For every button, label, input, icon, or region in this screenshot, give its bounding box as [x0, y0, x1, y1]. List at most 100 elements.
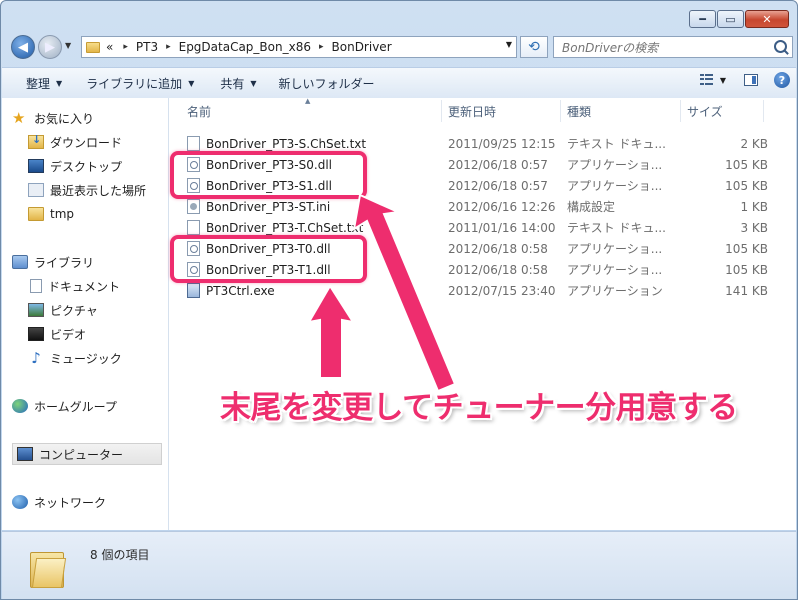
sort-ascending-icon: ▲ [305, 97, 311, 105]
recent-pages-dropdown[interactable]: ▼ [65, 41, 71, 50]
minimize-icon: ━ [699, 12, 706, 26]
chevron-right-icon[interactable]: ▸ [319, 42, 324, 52]
sidebar-item-label: ネットワーク [34, 495, 107, 510]
file-row[interactable]: PT3Ctrl.exe 2012/07/15 23:40 アプリケーション 141 K… [183, 280, 772, 301]
new-folder-label: 新しいフォルダー [278, 76, 375, 91]
file-size: 105 KB [725, 241, 768, 256]
content-area: ★お気に入り ダウンロード デスクトップ 最近表示した場所 tmp ライブラリ … [2, 97, 796, 530]
help-icon[interactable]: ? [774, 72, 790, 88]
sidebar-item-label: お気に入り [34, 111, 95, 126]
column-divider[interactable] [763, 100, 764, 122]
file-type: アプリケーショ... [567, 242, 663, 256]
arrow-left-icon: ◀ [18, 39, 28, 55]
sidebar-item-label: ピクチャ [50, 303, 98, 318]
file-type: アプリケーショ... [567, 263, 663, 277]
sidebar-item-desktop[interactable]: デスクトップ [28, 155, 122, 177]
back-button[interactable]: ◀ [11, 35, 35, 59]
breadcrumb-item[interactable]: BonDriver [332, 40, 392, 54]
new-folder-button[interactable]: 新しいフォルダー [271, 71, 383, 95]
preview-pane-icon[interactable] [744, 74, 758, 86]
highlight-box-s-dlls [170, 151, 367, 199]
column-divider[interactable] [560, 100, 561, 122]
downloads-folder-icon [28, 133, 44, 149]
file-name: BonDriver_PT3-T.ChSet.txt [206, 220, 364, 235]
search-input[interactable] [560, 40, 764, 56]
chevron-down-icon[interactable]: ▼ [720, 76, 726, 85]
close-icon: ✕ [762, 12, 772, 26]
settings-file-icon [187, 199, 200, 214]
navigation-pane: ★お気に入り ダウンロード デスクトップ 最近表示した場所 tmp ライブラリ … [2, 98, 169, 530]
file-type: 構成設定 [567, 200, 616, 214]
sidebar-item-tmp[interactable]: tmp [28, 203, 74, 225]
sidebar-item-libraries[interactable]: ライブラリ [12, 251, 94, 273]
search-box[interactable] [553, 36, 793, 58]
column-divider[interactable] [441, 100, 442, 122]
sidebar-item-favorites[interactable]: ★ お気に入り [12, 107, 94, 129]
chevron-right-icon[interactable]: ▸ [123, 42, 128, 52]
file-size: 1 KB [740, 199, 768, 214]
file-name: PT3Ctrl.exe [206, 283, 275, 298]
column-header-name[interactable]: 名前 [187, 98, 211, 124]
close-button[interactable]: ✕ [745, 10, 789, 28]
sidebar-item-label: ミュージック [50, 351, 122, 366]
chevron-down-icon: ▼ [188, 78, 195, 88]
sidebar-item-recent[interactable]: 最近表示した場所 [28, 179, 146, 201]
column-header-label: 更新日時 [448, 104, 497, 119]
sidebar-item-downloads[interactable]: ダウンロード [28, 131, 122, 153]
minimize-button[interactable]: ━ [689, 10, 716, 28]
breadcrumb-item[interactable]: PT3 [136, 40, 158, 54]
sidebar-item-videos[interactable]: ビデオ [28, 323, 86, 345]
sidebar-item-label: 最近表示した場所 [50, 183, 147, 198]
share-menu[interactable]: 共有 ▼ [212, 71, 264, 95]
file-type: テキスト ドキュ... [567, 221, 665, 235]
sidebar-item-label: ダウンロード [50, 135, 123, 150]
chevron-down-icon: ▼ [250, 78, 257, 88]
breadcrumb-item[interactable]: EpgDataCap_Bon_x86 [179, 40, 311, 54]
column-header-size[interactable]: サイズ [687, 98, 723, 124]
column-header-modified[interactable]: 更新日時 [448, 98, 496, 124]
file-date: 2012/06/18 0:57 [448, 178, 548, 193]
file-row[interactable]: BonDriver_PT3-ST.ini 2012/06/16 12:26 構成設定… [183, 196, 772, 217]
file-name: BonDriver_PT3-ST.ini [206, 199, 331, 214]
file-date: 2012/06/18 0:57 [448, 157, 548, 172]
view-controls: ▼ ? [699, 72, 790, 88]
file-type: アプリケーショ... [567, 158, 663, 172]
file-name-cell: BonDriver_PT3-S.ChSet.txt [187, 136, 366, 151]
address-bar[interactable]: « ▸ PT3 ▸ EpgDataCap_Bon_x86 ▸ BonDriver… [81, 36, 517, 58]
add-to-library-menu[interactable]: ライブラリに追加 ▼ [78, 71, 202, 95]
refresh-icon: ⟲ [528, 39, 540, 55]
address-dropdown-icon[interactable]: ▼ [506, 40, 512, 49]
text-file-icon [187, 136, 200, 151]
sidebar-item-homegroup[interactable]: ホームグループ [12, 395, 117, 417]
view-options-icon[interactable] [699, 74, 714, 86]
breadcrumb-overflow[interactable]: « [106, 40, 113, 54]
chevron-right-icon[interactable]: ▸ [166, 42, 171, 52]
file-size: 2 KB [740, 136, 768, 151]
arrow-right-icon: ▶ [45, 39, 55, 55]
library-icon [12, 255, 28, 269]
desktop-icon [28, 159, 44, 173]
homegroup-icon [12, 399, 28, 413]
organize-menu[interactable]: 整理 ▼ [18, 71, 70, 95]
forward-button[interactable]: ▶ [38, 35, 62, 59]
file-name-cell: BonDriver_PT3-T.ChSet.txt [187, 220, 363, 235]
music-note-icon: ♪ [31, 349, 41, 367]
sidebar-item-computer[interactable]: コンピューター [12, 443, 162, 465]
navigation-bar: ◀ ▶ ▼ « ▸ PT3 ▸ EpgDataCap_Bon_x86 ▸ Bon… [7, 33, 793, 61]
maximize-button[interactable]: ▭ [717, 10, 744, 28]
sidebar-item-network[interactable]: ネットワーク [12, 491, 106, 513]
refresh-button[interactable]: ⟲ [520, 36, 548, 58]
column-divider[interactable] [680, 100, 681, 122]
file-type: アプリケーショ... [567, 179, 663, 193]
chevron-down-icon: ▼ [56, 78, 63, 88]
file-size: 3 KB [740, 220, 768, 235]
sidebar-item-label: コンピューター [39, 447, 124, 462]
sidebar-item-music[interactable]: ♪ ミュージック [28, 347, 122, 369]
file-size: 141 KB [725, 283, 768, 298]
sidebar-item-documents[interactable]: ドキュメント [28, 275, 120, 297]
column-header-type[interactable]: 種類 [567, 98, 591, 124]
sidebar-item-pictures[interactable]: ピクチャ [28, 299, 98, 321]
search-icon[interactable] [774, 40, 787, 53]
organize-label: 整理 [26, 76, 51, 91]
video-icon [28, 327, 44, 341]
